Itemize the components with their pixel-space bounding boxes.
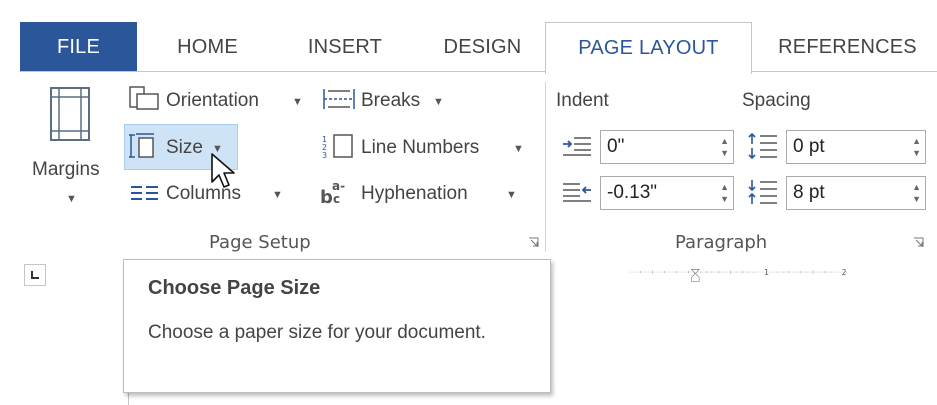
ribbon-panel: Margins ▼ Orientation ▼ Size ▼ Columns ▼ bbox=[20, 71, 937, 256]
breaks-icon bbox=[323, 89, 355, 109]
tab-page-layout[interactable]: PAGE LAYOUT bbox=[545, 22, 752, 74]
size-tooltip: Choose Page Size Choose a paper size for… bbox=[123, 259, 551, 393]
chevron-down-icon: ▼ bbox=[506, 189, 517, 201]
hyphenation-icon: b a- c bbox=[320, 179, 345, 206]
chevron-down-icon: ▼ bbox=[433, 96, 444, 108]
indent-right-icon bbox=[563, 183, 591, 202]
page-setup-group-title: Page Setup bbox=[209, 232, 311, 253]
indent-left-input[interactable]: 0" ▲ ▼ bbox=[600, 130, 734, 164]
breaks-label: Breaks bbox=[361, 90, 421, 111]
svg-text:3: 3 bbox=[322, 151, 327, 159]
spin-up-icon[interactable]: ▲ bbox=[720, 137, 729, 146]
window-edge bbox=[0, 0, 6, 405]
indent-right-value: -0.13" bbox=[607, 182, 658, 203]
spacing-after-input[interactable]: 8 pt ▲ ▼ bbox=[786, 176, 926, 210]
spacing-before-value: 0 pt bbox=[793, 136, 825, 157]
spin-down-icon[interactable]: ▼ bbox=[912, 195, 921, 204]
hanging-indent-marker[interactable] bbox=[691, 272, 700, 282]
size-label: Size bbox=[166, 137, 203, 158]
chevron-down-icon: ▼ bbox=[66, 193, 77, 205]
spin-up-icon[interactable]: ▲ bbox=[912, 183, 921, 192]
line-numbers-icon: 1 2 3 bbox=[322, 134, 353, 159]
dialog-launcher-icon[interactable] bbox=[528, 237, 539, 248]
tab-file[interactable]: FILE bbox=[20, 22, 137, 72]
indent-left-value: 0" bbox=[607, 136, 625, 157]
chevron-down-icon: ▼ bbox=[272, 189, 283, 201]
spacing-label: Spacing bbox=[742, 90, 811, 111]
margins-icon bbox=[50, 87, 90, 141]
ribbon-tabs: FILE HOME INSERT DESIGN PAGE LAYOUT REFE… bbox=[20, 22, 937, 74]
left-tab-icon bbox=[31, 271, 39, 279]
spin-down-icon[interactable]: ▼ bbox=[720, 195, 729, 204]
spin-down-icon[interactable]: ▼ bbox=[912, 149, 921, 158]
spacing-before-input[interactable]: 0 pt ▲ ▼ bbox=[786, 130, 926, 164]
spin-down-icon[interactable]: ▼ bbox=[720, 149, 729, 158]
mouse-pointer-icon bbox=[211, 153, 235, 188]
paragraph-group-title: Paragraph bbox=[675, 232, 768, 253]
margins-label: Margins bbox=[32, 159, 100, 180]
horizontal-ruler[interactable]: 1 2 bbox=[540, 266, 937, 288]
chevron-down-icon: ▼ bbox=[513, 143, 524, 155]
spin-up-icon[interactable]: ▲ bbox=[912, 137, 921, 146]
tooltip-title: Choose Page Size bbox=[148, 277, 321, 299]
spacing-after-icon bbox=[748, 180, 777, 204]
indent-left-icon bbox=[563, 137, 591, 156]
ruler-mark-2: 2 bbox=[842, 268, 847, 277]
ruler-mark-1: 1 bbox=[764, 268, 769, 277]
dialog-launcher-icon[interactable] bbox=[913, 237, 924, 248]
group-separator bbox=[545, 82, 546, 252]
spacing-before-icon bbox=[748, 132, 777, 160]
chevron-down-icon: ▼ bbox=[292, 96, 303, 108]
tab-home[interactable]: HOME bbox=[155, 22, 260, 72]
tab-references[interactable]: REFERENCES bbox=[765, 22, 930, 72]
tab-insert[interactable]: INSERT bbox=[290, 22, 400, 72]
line-numbers-label: Line Numbers bbox=[361, 137, 480, 158]
tooltip-description: Choose a paper size for your document. bbox=[148, 322, 486, 343]
svg-text:a-: a- bbox=[332, 179, 345, 193]
indent-right-input[interactable]: -0.13" ▲ ▼ bbox=[600, 176, 734, 210]
spacing-after-value: 8 pt bbox=[793, 182, 825, 203]
tab-design[interactable]: DESIGN bbox=[425, 22, 540, 72]
orientation-label: Orientation bbox=[166, 90, 259, 111]
orientation-icon bbox=[129, 86, 159, 110]
columns-icon bbox=[131, 186, 158, 200]
svg-text:c: c bbox=[333, 192, 340, 206]
spin-up-icon[interactable]: ▲ bbox=[720, 183, 729, 192]
indent-label: Indent bbox=[556, 90, 609, 111]
size-icon bbox=[129, 133, 154, 158]
hyphenation-label: Hyphenation bbox=[361, 183, 468, 204]
tab-selector[interactable] bbox=[24, 264, 46, 286]
